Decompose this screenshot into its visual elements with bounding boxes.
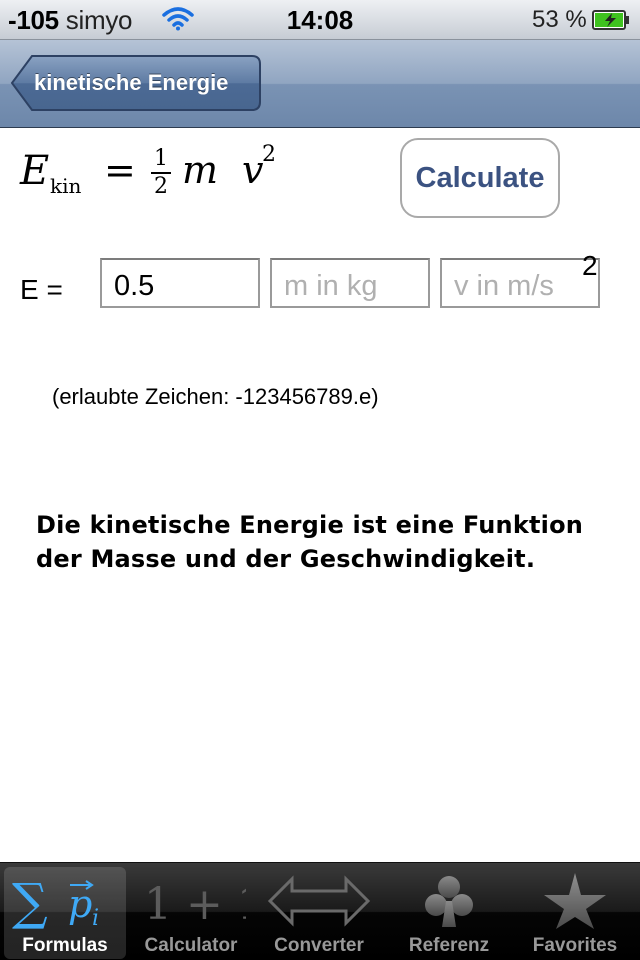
energy-input-value: 0.5 [114,270,155,302]
energy-label: E = [20,274,63,305]
back-button-label: kinetische Energie [34,70,229,95]
svg-text:∑: ∑ [12,873,48,931]
tab-label: Calculator [144,935,238,956]
battery-icon [592,10,629,30]
tab-label: Formulas [22,935,108,956]
tab-label: Converter [274,935,364,956]
tab-label: Favorites [532,935,618,956]
velocity-exponent: 2 [582,250,598,281]
formula-display: E kin = 1 2 m v 2 [20,142,280,212]
tab-referenz[interactable]: Referenz [388,867,510,959]
svg-text:i: i [92,906,99,931]
mass-input-placeholder: m in kg [284,270,378,302]
formula-equals: = [104,148,136,192]
fraction-denominator: 2 [154,174,168,199]
status-bar: -105 simyo 14:08 53 % [0,0,640,40]
velocity-input-placeholder: v in m/s [454,270,554,302]
navigation-bar: kinetische Energie [0,40,640,128]
formula-mass-symbol: m [182,148,219,192]
club-icon [388,871,510,931]
allowed-characters-hint: (erlaubte Zeichen: -123456789.e) [52,384,379,409]
formula-description: Die kinetische Energie ist eine Funktion… [36,511,584,573]
star-icon [514,871,636,931]
one-plus-one-icon: 1 + 1 [130,871,252,931]
svg-text:1 + 1: 1 + 1 [144,879,246,930]
energy-input[interactable]: 0.5 [100,258,260,308]
calculate-button[interactable]: Calculate [400,138,560,218]
formula-energy-symbol: E [20,148,50,194]
formula-exponent: 2 [262,142,276,167]
tab-converter[interactable]: Converter [258,867,380,959]
svg-text:p: p [68,882,92,926]
tab-favorites[interactable]: Favorites [514,867,636,959]
battery-percent: 53 % [532,6,587,33]
tab-label: Referenz [408,935,490,956]
velocity-input[interactable]: v in m/s [440,258,600,308]
mass-input[interactable]: m in kg [270,258,430,308]
fraction-numerator: 1 [154,146,168,171]
double-arrow-icon [258,871,380,931]
sum-vector-icon: ∑ p i [4,871,126,931]
formula-velocity-symbol: v [242,148,264,192]
back-button[interactable]: kinetische Energie [10,54,262,112]
formula-fraction: 1 2 [150,146,172,200]
tab-formulas[interactable]: ∑ p i Formulas [4,867,126,959]
tab-calculator[interactable]: 1 + 1 Calculator [130,867,252,959]
formula-subscript: kin [50,174,82,198]
tab-bar: ∑ p i Formulas 1 + 1 Calculator Converte… [0,862,640,960]
